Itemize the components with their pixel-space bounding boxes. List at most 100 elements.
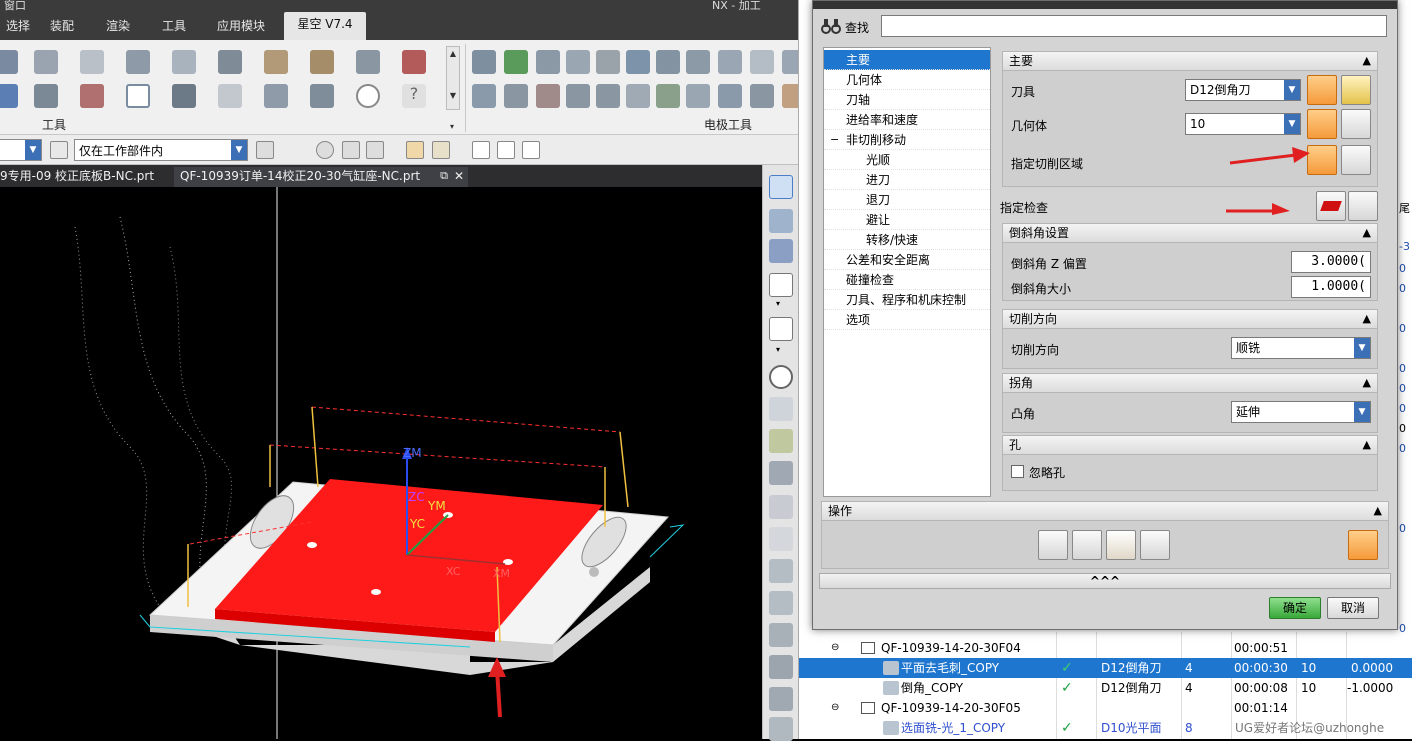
edit-tool-button[interactable] — [1341, 75, 1371, 105]
tree-item-transfer[interactable]: 转移/快速 — [824, 230, 990, 250]
wedge-icon[interactable] — [310, 50, 334, 74]
stack-icon[interactable] — [656, 50, 680, 74]
panel-icon[interactable] — [356, 50, 380, 74]
tool-holder-icon[interactable] — [218, 50, 242, 74]
circle-icon[interactable] — [769, 365, 793, 389]
dropdown-icon[interactable]: ▾ — [776, 345, 780, 354]
geometry-select[interactable]: 10 ▼ — [1185, 113, 1301, 135]
wrench-icon[interactable] — [172, 84, 196, 108]
text-icon[interactable] — [769, 717, 793, 741]
align-icon[interactable] — [626, 50, 650, 74]
section-header-hole[interactable]: 孔 ▲ — [1002, 435, 1378, 455]
branch-icon[interactable] — [504, 84, 528, 108]
tab-app-modules[interactable]: 应用模块 — [207, 14, 275, 40]
bracket-icon[interactable] — [0, 84, 18, 108]
eraser-icon[interactable] — [769, 495, 793, 519]
dialog-title-bar[interactable] — [813, 1, 1397, 9]
tool-select[interactable]: D12倒角刀 ▼ — [1185, 79, 1301, 101]
convex-corner-select[interactable]: 延伸 ▼ — [1231, 401, 1371, 423]
ignore-hole-checkbox[interactable] — [1011, 465, 1024, 478]
navigator-icon[interactable] — [769, 175, 793, 199]
arrow-down-icon[interactable] — [769, 687, 793, 711]
tree-item-collision-check[interactable]: 碰撞检查 — [824, 270, 990, 290]
find-input[interactable] — [881, 15, 1387, 37]
new-geometry-button[interactable] — [1307, 109, 1337, 139]
parts-icon[interactable] — [310, 84, 334, 108]
ribbon-expand-icon[interactable]: ▾ — [450, 122, 454, 131]
network-icon[interactable] — [34, 84, 58, 108]
tree-icon[interactable] — [769, 209, 793, 233]
table-row[interactable]: ⊖ QF-10939-14-20-30F05 00:01:14 — [799, 698, 1412, 718]
layers-icon[interactable] — [596, 50, 620, 74]
window-menu-fragment[interactable]: 窗口 — [4, 0, 26, 13]
tree-item-tool-axis[interactable]: 刀轴 — [824, 90, 990, 110]
solid-icon[interactable] — [432, 141, 450, 159]
collapse-icon[interactable]: ⊖ — [831, 698, 839, 718]
chevron-up-icon[interactable]: ▲ — [1363, 374, 1371, 392]
section-header-main[interactable]: 主要 ▲ — [1002, 51, 1378, 71]
cut-direction-select[interactable]: 顺铣 ▼ — [1231, 337, 1371, 359]
table-row[interactable]: ⊖ QF-10939-14-20-30F04 00:00:51 — [799, 638, 1412, 658]
assembly-icon[interactable] — [769, 239, 793, 263]
chevron-up-icon[interactable]: ▲ — [1374, 502, 1382, 520]
ladder-icon[interactable] — [566, 84, 590, 108]
region-select-icon[interactable] — [366, 141, 384, 159]
tree-item-retract[interactable]: 退刀 — [824, 190, 990, 210]
specify-check-button[interactable] — [1316, 191, 1346, 221]
mcs-icon[interactable] — [472, 141, 490, 159]
collapse-icon[interactable]: − — [830, 130, 839, 150]
body-icon[interactable] — [406, 141, 424, 159]
tree-item-main[interactable]: 主要 — [824, 50, 990, 70]
block-icon[interactable] — [264, 50, 288, 74]
tab-assembly[interactable]: 装配 — [40, 14, 84, 40]
wrench-icon[interactable] — [1341, 109, 1371, 139]
tile-icon[interactable] — [626, 84, 650, 108]
funnel-icon[interactable] — [769, 655, 793, 679]
collapse-icon[interactable]: ⊖ — [831, 638, 839, 658]
ribbon-tool-icon[interactable] — [0, 50, 18, 74]
tab-tools[interactable]: 工具 — [152, 14, 196, 40]
tree-item-options[interactable]: 选项 — [824, 310, 990, 330]
comb-icon[interactable] — [718, 50, 742, 74]
verify-button[interactable] — [1106, 530, 1136, 560]
section-header-chamfer[interactable]: 倒斜角设置 ▲ — [1002, 223, 1378, 243]
pattern-icon[interactable] — [769, 559, 793, 583]
table-row[interactable]: 平面去毛刺_COPY ✓ D12倒角刀 4 00:00:30 10 0.0000 — [799, 658, 1412, 678]
sheet-icon[interactable] — [218, 84, 242, 108]
chevron-up-icon[interactable]: ▲ — [1363, 436, 1371, 454]
dropdown-icon[interactable]: ▾ — [776, 299, 780, 308]
rotate-icon[interactable] — [750, 84, 774, 108]
type-filter-combo[interactable]: ▼ — [0, 139, 42, 161]
rectangle-icon[interactable] — [769, 273, 793, 297]
tool-path-settings-button[interactable] — [1348, 530, 1378, 560]
question-icon[interactable]: ? — [402, 84, 426, 108]
popout-icon[interactable]: ⧉ — [440, 167, 448, 185]
generate-button[interactable] — [1038, 530, 1068, 560]
tree-item-tool-program-machine[interactable]: 刀具、程序和机床控制 — [824, 290, 990, 310]
box-icon[interactable] — [34, 50, 58, 74]
z-offset-input[interactable]: 3.0000( — [1291, 251, 1371, 273]
tree-item-smoothing[interactable]: 光顺 — [824, 150, 990, 170]
cross-icon[interactable] — [536, 84, 560, 108]
new-tool-button[interactable] — [1307, 75, 1337, 105]
hexagon-icon[interactable] — [316, 141, 334, 159]
grid-icon[interactable] — [80, 84, 104, 108]
cube-icon[interactable] — [769, 461, 793, 485]
tree-item-engage[interactable]: 进刀 — [824, 170, 990, 190]
eye-icon[interactable] — [497, 141, 515, 159]
tab-xingkong[interactable]: 星空 V7.4 — [284, 12, 366, 40]
frame-icon[interactable] — [596, 84, 620, 108]
close-icon[interactable]: ✕ — [454, 167, 464, 185]
tab-select[interactable]: 选择 — [0, 14, 40, 40]
cancel-button[interactable]: 取消 — [1327, 597, 1379, 619]
plate-icon[interactable] — [172, 50, 196, 74]
ribbon-scroll[interactable]: ▲ ▼ — [446, 46, 460, 110]
move-icon[interactable] — [718, 84, 742, 108]
transform-icon[interactable] — [769, 397, 793, 421]
triangle-icon[interactable] — [566, 50, 590, 74]
tree-item-avoidance[interactable]: 避让 — [824, 210, 990, 230]
hide-icon[interactable] — [522, 141, 540, 159]
shape-icon[interactable] — [264, 84, 288, 108]
electrode-green-icon[interactable] — [504, 50, 528, 74]
table-row[interactable]: 倒角_COPY ✓ D12倒角刀 4 00:00:08 10 -1.0000 — [799, 678, 1412, 698]
